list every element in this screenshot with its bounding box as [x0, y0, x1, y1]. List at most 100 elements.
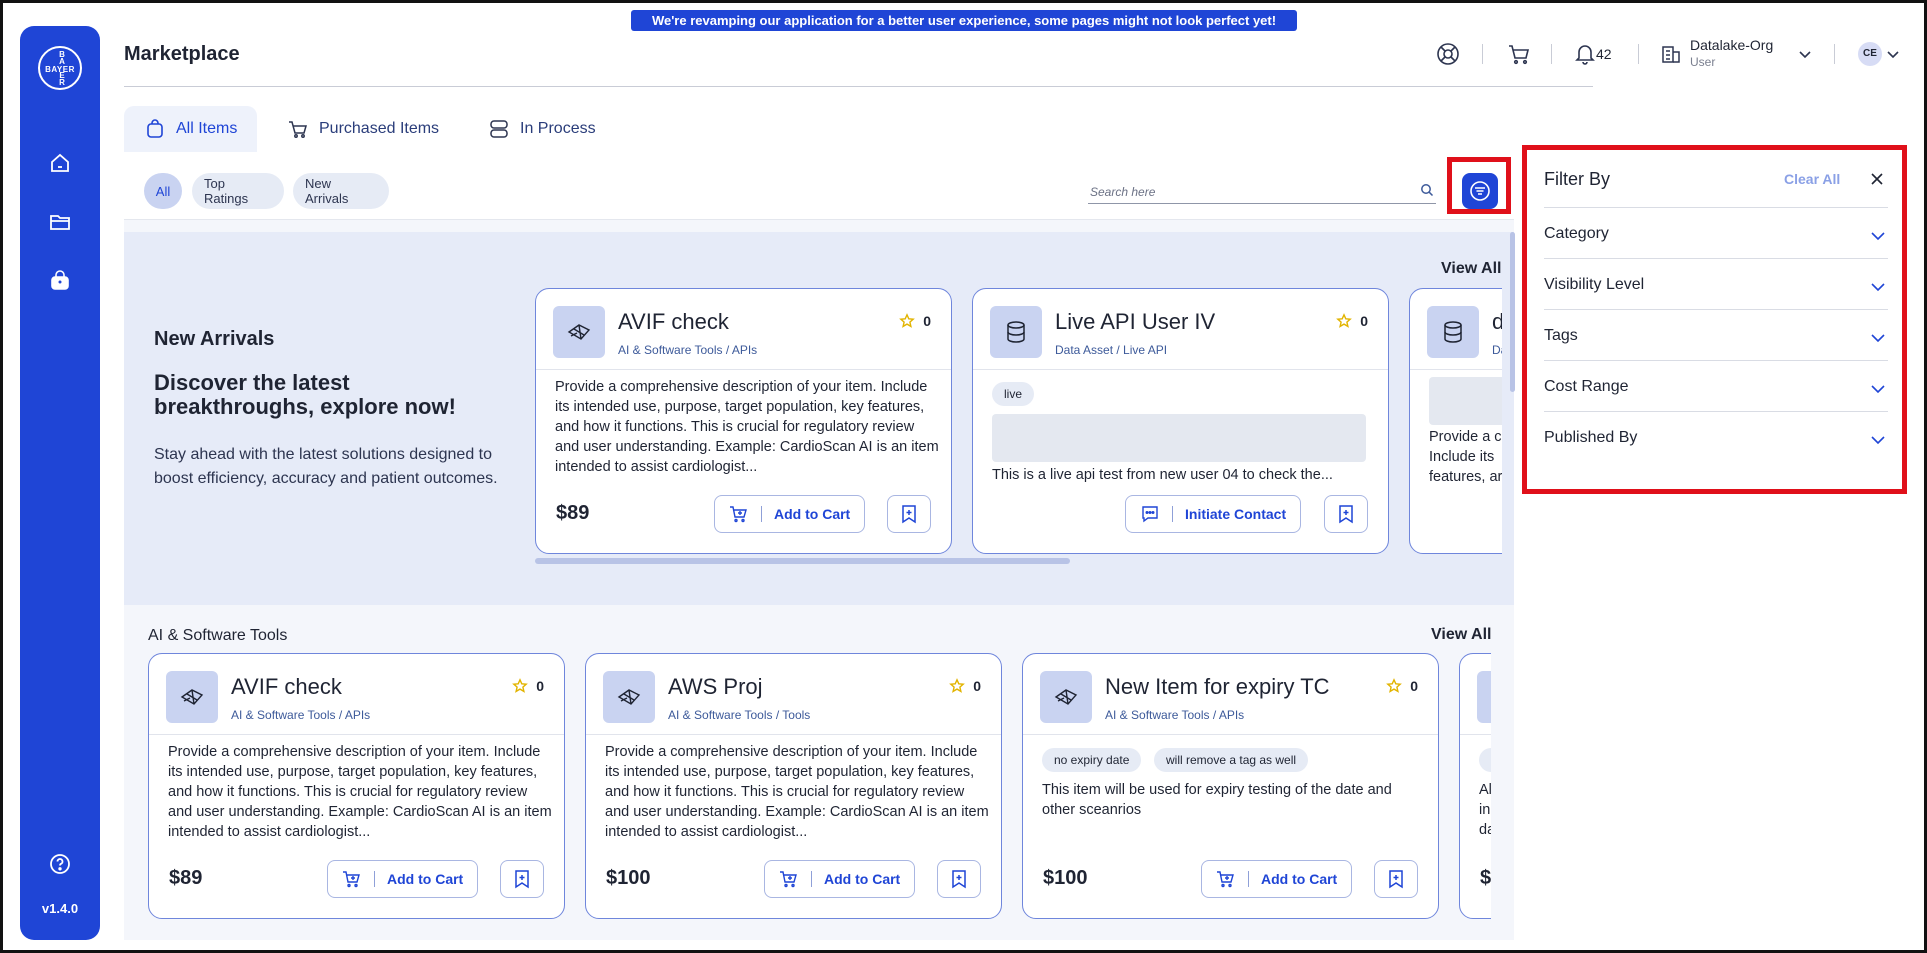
- notification-bell-icon[interactable]: [1572, 41, 1598, 67]
- item-tag: live: [992, 382, 1035, 406]
- add-to-cart-button[interactable]: Add to Cart: [764, 860, 916, 898]
- bookmark-plus-icon: [515, 870, 529, 889]
- search-icon[interactable]: [1420, 183, 1434, 197]
- cart-plus-icon: [730, 506, 747, 523]
- bookmark-button[interactable]: [1374, 860, 1418, 898]
- item-card[interactable]: AVIF check AI & Software Tools / APIs 0 …: [535, 288, 952, 554]
- item-card[interactable]: Live API User IV Data Asset / Live API 0…: [972, 288, 1389, 554]
- image-placeholder: [1429, 377, 1502, 425]
- vertical-scrollbar[interactable]: [1510, 232, 1515, 392]
- bookmark-plus-icon: [1389, 870, 1403, 889]
- item-rating: 0: [1410, 678, 1418, 694]
- item-category: Data Asset / Live API: [1055, 343, 1168, 357]
- ai-section-view-all-link[interactable]: View All: [1431, 626, 1491, 644]
- tab-label: In Process: [520, 120, 596, 137]
- item-description: Provide a c Include its features, ar: [1429, 429, 1502, 485]
- item-price: $100: [1043, 867, 1088, 889]
- initiate-contact-label: Initiate Contact: [1185, 506, 1287, 522]
- button-divider: [1172, 506, 1173, 522]
- add-to-cart-label: Add to Cart: [824, 871, 901, 887]
- tab-all-items[interactable]: All Items: [124, 106, 258, 152]
- cart-plus-icon: [343, 871, 360, 888]
- item-description: Provide a comprehensive description of y…: [605, 744, 989, 840]
- item-category: Da: [1492, 343, 1502, 357]
- add-to-cart-label: Add to Cart: [774, 506, 851, 522]
- filter-button-highlight: [1447, 157, 1511, 214]
- org-dropdown-chevron-icon[interactable]: [1792, 41, 1818, 67]
- add-to-cart-button[interactable]: Add to Cart: [327, 860, 479, 898]
- item-category: AI & Software Tools / APIs: [231, 708, 371, 722]
- marketplace-bag-icon[interactable]: [48, 269, 72, 293]
- item-card[interactable]: AVIF check AI & Software Tools / APIs 0 …: [148, 653, 565, 919]
- new-arrivals-carousel: AVIF check AI & Software Tools / APIs 0 …: [535, 288, 1502, 556]
- add-to-cart-label: Add to Cart: [387, 871, 464, 887]
- search-input[interactable]: [1088, 180, 1436, 204]
- item-price: $100: [606, 867, 651, 889]
- item-title[interactable]: d: [1492, 309, 1502, 335]
- star-icon: [899, 313, 915, 328]
- bookmark-button[interactable]: [500, 860, 544, 898]
- cart-icon[interactable]: [1506, 41, 1532, 67]
- item-card[interactable]: AWS Proj AI & Software Tools / Tools 0 P…: [585, 653, 1002, 919]
- bayer-logo[interactable]: BAER BAYER: [38, 46, 82, 90]
- item-title[interactable]: Live API User IV: [1055, 309, 1215, 335]
- item-rating: 0: [973, 678, 981, 694]
- add-to-cart-button[interactable]: Add to Cart: [1201, 860, 1353, 898]
- new-arrivals-view-all-link[interactable]: View All: [1441, 260, 1501, 278]
- item-tag: will remove a tag as well: [1154, 748, 1309, 772]
- process-stack-icon: [490, 120, 508, 138]
- initiate-contact-button[interactable]: Initiate Contact: [1125, 495, 1302, 533]
- chip-all[interactable]: All: [144, 173, 182, 209]
- cart-icon: [289, 121, 307, 138]
- item-price: $: [1480, 867, 1491, 889]
- item-title[interactable]: AWS Proj: [668, 674, 763, 700]
- image-placeholder: [992, 414, 1366, 462]
- support-icon[interactable]: [1435, 41, 1461, 67]
- chip-top-ratings[interactable]: Top Ratings: [192, 173, 284, 209]
- item-card[interactable]: d Da Provide a c Include its features, a…: [1409, 288, 1502, 554]
- user-avatar[interactable]: CE: [1858, 42, 1882, 66]
- header-divider: [1834, 44, 1835, 64]
- star-icon: [512, 678, 528, 693]
- item-icon: [603, 671, 655, 723]
- item-description: This is a live api test from new user 04…: [992, 467, 1333, 483]
- header-divider: [1551, 44, 1552, 64]
- tab-in-process[interactable]: In Process: [468, 106, 616, 152]
- filter-panel-highlight: [1522, 145, 1907, 494]
- organization-building-icon: [1658, 41, 1684, 67]
- app-version: v1.4.0: [41, 901, 79, 916]
- help-icon[interactable]: [48, 852, 72, 876]
- button-divider: [811, 871, 812, 887]
- tab-purchased-items[interactable]: Purchased Items: [267, 106, 459, 152]
- item-title[interactable]: AVIF check: [231, 674, 342, 700]
- item-category: AI & Software Tools / Tools: [668, 708, 811, 722]
- item-icon: [1427, 306, 1479, 358]
- bookmark-button[interactable]: [937, 860, 981, 898]
- bookmark-button[interactable]: [1324, 495, 1368, 533]
- folder-icon[interactable]: [48, 210, 72, 234]
- bookmark-plus-icon: [1339, 505, 1353, 524]
- carousel-scrollbar[interactable]: [535, 558, 1070, 564]
- item-price: $89: [556, 502, 590, 524]
- item-title[interactable]: AVIF check: [618, 309, 729, 335]
- header-divider-line: [124, 86, 1593, 87]
- item-card[interactable]: Al in da $: [1459, 653, 1491, 919]
- bookmark-button[interactable]: [887, 495, 931, 533]
- item-card[interactable]: New Item for expiry TC AI & Software Too…: [1022, 653, 1439, 919]
- org-name[interactable]: Datalake-Org: [1690, 37, 1773, 53]
- chip-new-arrivals[interactable]: New Arrivals: [293, 173, 389, 209]
- add-to-cart-button[interactable]: Add to Cart: [714, 495, 866, 533]
- item-title[interactable]: New Item for expiry TC: [1105, 674, 1330, 700]
- button-divider: [1248, 871, 1249, 887]
- card-divider: [586, 734, 1001, 735]
- card-divider: [1023, 734, 1438, 735]
- card-divider: [1460, 734, 1491, 735]
- bag-icon: [147, 119, 163, 138]
- home-icon[interactable]: [48, 151, 72, 175]
- tab-label: Purchased Items: [319, 120, 440, 137]
- item-tag: [1479, 748, 1491, 772]
- ai-tools-carousel: AVIF check AI & Software Tools / APIs 0 …: [148, 653, 1491, 919]
- user-dropdown-chevron-icon[interactable]: [1880, 41, 1906, 67]
- card-divider: [973, 369, 1388, 370]
- database-icon: [1007, 321, 1025, 343]
